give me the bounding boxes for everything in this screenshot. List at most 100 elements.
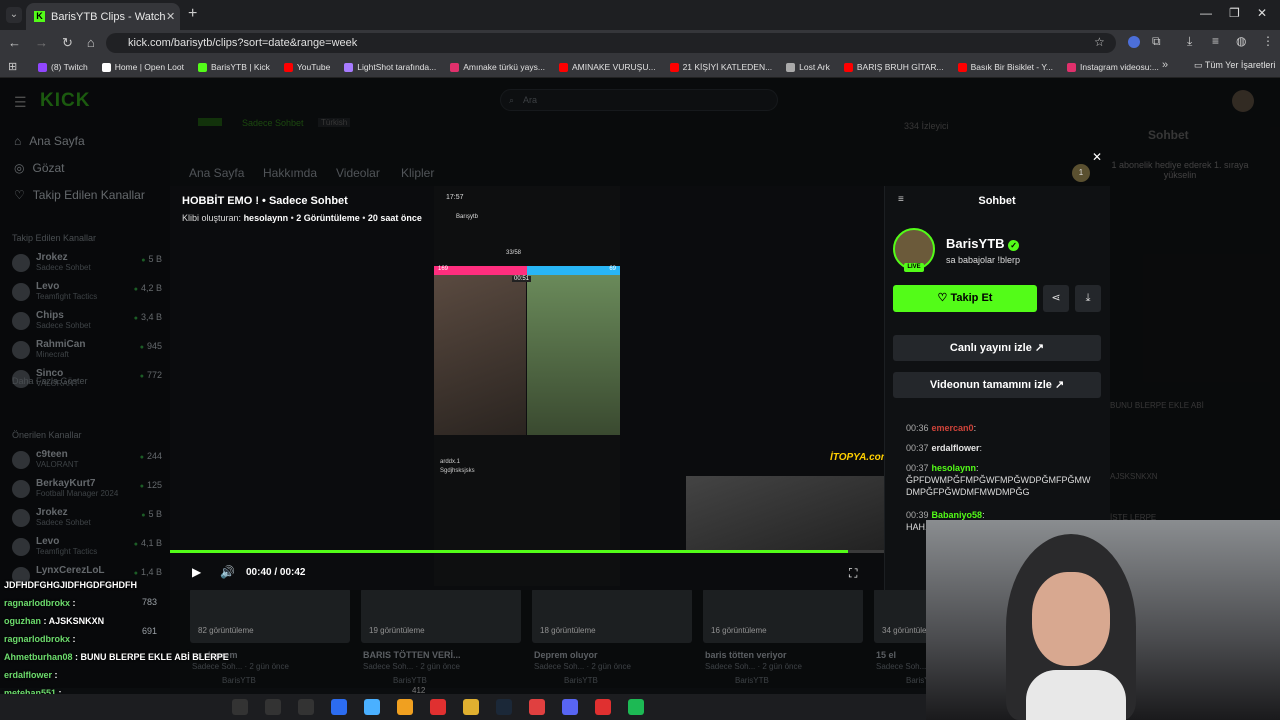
bookmark-item[interactable]: 21 KİŞİYİ KATLEDEN... xyxy=(669,62,772,72)
bookmark-item[interactable]: (8) Twitch xyxy=(38,62,88,72)
overlay-chat-line: Ahmetburhan08 : BUNU BLERPE EKLE ABİ BLE… xyxy=(4,652,229,662)
streamer-face xyxy=(1032,572,1110,666)
clip-webcam xyxy=(686,476,884,550)
progress-fill xyxy=(170,550,849,553)
watch-live-button[interactable]: Canlı yayını izle ↗ xyxy=(893,335,1101,361)
play-icon[interactable]: ▶ xyxy=(192,565,201,579)
bookmark-item[interactable]: Lost Ark xyxy=(786,62,830,72)
chat-username[interactable]: emercan0 xyxy=(932,423,974,433)
all-bookmarks-label: Tüm Yer İşaretleri xyxy=(1204,60,1276,70)
url-field[interactable]: kick.com/barisytb/clips?sort=date&range=… xyxy=(106,33,1116,53)
overlay-chat-line: ragnarlodbrokx : xyxy=(4,598,76,608)
all-bookmarks-link[interactable]: ▭ Tüm Yer İşaretleri xyxy=(1194,60,1275,71)
discord-icon[interactable] xyxy=(562,699,578,715)
download-clip-icon: ⤓ xyxy=(1085,292,1091,304)
chat-username[interactable]: hesolaynn xyxy=(932,463,977,473)
bookmark-item[interactable]: Basık Bir Bisiklet - Y... xyxy=(957,62,1053,72)
bookmark-item[interactable]: LightShot tarafında... xyxy=(344,62,436,72)
bookmark-item[interactable]: Amınake türkü yays... xyxy=(450,62,545,72)
valorant-icon[interactable] xyxy=(529,699,545,715)
minimize-button[interactable]: — xyxy=(1200,6,1212,20)
more-bookmarks-icon[interactable]: » xyxy=(1162,59,1168,71)
extensions-puzzle-icon[interactable]: ⧉ xyxy=(1152,34,1161,49)
bookmark-label: Instagram videosu:... xyxy=(1080,62,1159,72)
clip-video[interactable]: 17:57 Barışytb 33/58 169 69 00:51 arddx.… xyxy=(434,186,620,586)
fullscreen-icon[interactable]: ⛶ xyxy=(849,566,857,581)
volume-icon[interactable]: 🔊 xyxy=(220,565,235,579)
chat-username[interactable]: Babaniyo58 xyxy=(932,510,983,520)
download-button[interactable]: ⤓ xyxy=(1075,285,1101,312)
store-icon[interactable] xyxy=(397,699,413,715)
channel-name-text: BarisYTB xyxy=(946,236,1005,251)
tab-list-button[interactable]: ⌄ xyxy=(6,7,22,23)
bookmark-favicon-icon xyxy=(38,62,47,72)
task-view-icon[interactable] xyxy=(298,699,314,715)
bookmark-star-icon[interactable]: ☆ xyxy=(1094,35,1105,49)
close-modal-icon[interactable]: ✕ xyxy=(1092,150,1102,164)
spotify-icon[interactable] xyxy=(628,699,644,715)
bookmark-label: YouTube xyxy=(296,62,331,72)
clip-meta: Klibi oluşturan: hesolaynn • 2 Görüntüle… xyxy=(182,213,422,223)
bookmark-item[interactable]: YouTube xyxy=(283,62,331,72)
chat-username[interactable]: erdalflower xyxy=(932,443,980,453)
overlay-chat-user: erdalflower xyxy=(4,670,53,680)
apps-grid-icon[interactable]: ⊞ xyxy=(8,60,17,73)
watch-full-label: Videonun tamamını izle xyxy=(929,379,1052,391)
tab-title: BarisYTB Clips - Watch Live on Kick xyxy=(51,10,166,23)
bookmark-label: BARIŞ BRUH GİTAR... xyxy=(856,62,944,72)
overlay-chat-text: JDFHDFGHGJIDFHGDFGHDFH xyxy=(4,580,137,590)
new-tab-button[interactable]: + xyxy=(188,5,197,23)
close-tab-icon[interactable]: ✕ xyxy=(166,10,180,23)
hidden-count: 691 xyxy=(142,626,158,636)
steam2-icon[interactable] xyxy=(496,699,512,715)
chrome-icon[interactable] xyxy=(430,699,446,715)
watermark-logo: İTOPYA.com xyxy=(830,452,890,463)
phone-time: 17:57 xyxy=(446,194,464,201)
clip-views: 2 Görüntüleme xyxy=(296,213,360,223)
clip-creator-label: Klibi oluşturan: xyxy=(182,213,242,223)
channel-name[interactable]: BarisYTB ✓ xyxy=(946,236,1020,251)
bookmark-label: Amınake türkü yays... xyxy=(463,62,545,72)
clip-creator[interactable]: hesolaynn xyxy=(244,213,289,223)
menu-kebab-icon[interactable]: ⋮ xyxy=(1262,34,1274,48)
battle-bar: 169 69 xyxy=(434,266,620,275)
chat-message: 00:36 emercan0: xyxy=(906,422,1096,434)
copilot-icon[interactable] xyxy=(364,699,380,715)
extension-icon[interactable] xyxy=(1128,36,1140,48)
bookmark-item[interactable]: Instagram videosu:... xyxy=(1067,62,1159,72)
bookmark-item[interactable]: BARIŞ BRUH GİTAR... xyxy=(843,62,944,72)
close-window-button[interactable]: ✕ xyxy=(1257,6,1267,20)
forward-icon[interactable]: → xyxy=(35,35,48,51)
bookmark-item[interactable]: Home | Open Loot xyxy=(101,62,184,72)
battle-score-left: 169 xyxy=(438,266,449,272)
watch-full-video-button[interactable]: Videonun tamamını izle ↗ xyxy=(893,372,1101,398)
phone-streamer: Barışytb xyxy=(456,214,479,220)
reload-icon[interactable]: ↻ xyxy=(62,35,73,51)
profile-icon[interactable]: ◍ xyxy=(1236,34,1246,48)
back-icon[interactable]: ← xyxy=(8,35,21,51)
chat-message: 00:37 erdalflower: xyxy=(906,442,1096,454)
share-icon: ⋖ xyxy=(1051,292,1061,304)
bookmark-item[interactable]: BarisYTB | Kick xyxy=(198,62,270,72)
overlay-colon: : xyxy=(41,616,49,626)
chrome2-icon[interactable] xyxy=(595,699,611,715)
nav-buttons: ← → ↻ ⌂ xyxy=(8,35,95,51)
restore-button[interactable]: ❐ xyxy=(1229,6,1240,20)
start-icon[interactable] xyxy=(232,699,248,715)
follow-button[interactable]: ♡ Takip Et xyxy=(893,285,1037,312)
share-button[interactable]: ⋖ xyxy=(1043,285,1069,312)
bookmark-item[interactable]: AMINAKE VURUŞU... xyxy=(558,62,656,72)
files-icon[interactable] xyxy=(463,699,479,715)
search-icon[interactable] xyxy=(265,699,281,715)
gift-badge-icon[interactable]: 1 xyxy=(1072,164,1090,182)
browser-tab-active[interactable]: K BarisYTB Clips - Watch Live on Kick ✕ xyxy=(26,3,180,30)
overlay-chat-text: AJSKSNKXN xyxy=(48,616,105,626)
verified-icon: ✓ xyxy=(1008,240,1020,251)
bookmark-list: (8) Twitch Home | Open Loot BarisYTB | Kic… xyxy=(38,56,1173,78)
media-icon[interactable]: ≡ xyxy=(1212,34,1219,48)
overlay-chat-text: BUNU BLERPE EKLE ABİ BLERPE xyxy=(80,652,229,662)
steam-icon[interactable] xyxy=(331,699,347,715)
overlay-chat-line: oguzhan : AJSKSNKXN xyxy=(4,616,104,626)
home-browser-icon[interactable]: ⌂ xyxy=(87,35,95,51)
download-icon[interactable]: ⤓ xyxy=(1187,34,1192,49)
